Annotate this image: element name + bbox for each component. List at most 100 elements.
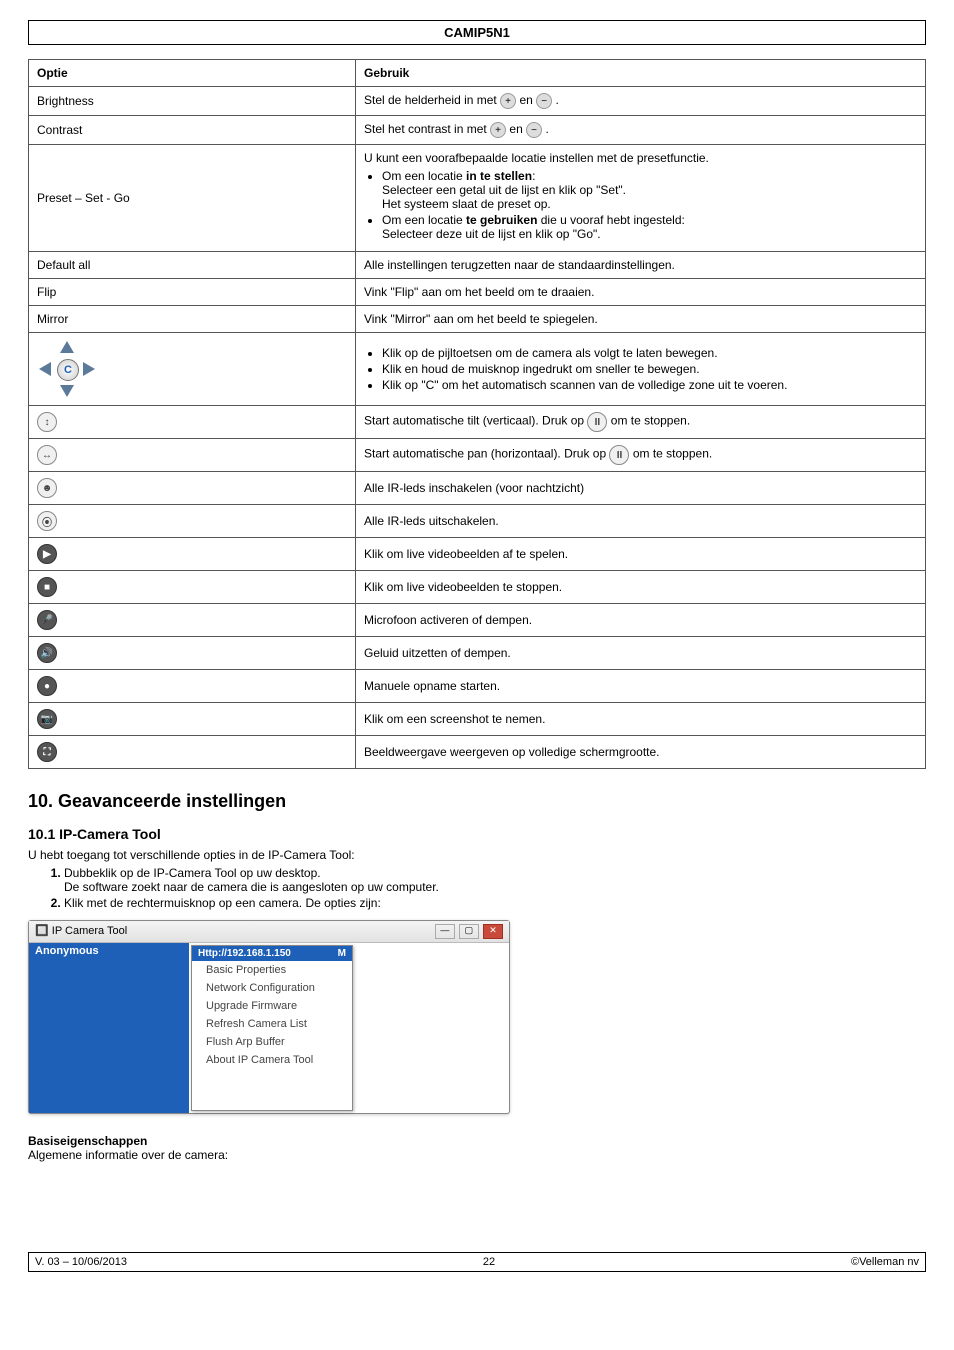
close-icon[interactable]: ✕ (483, 924, 503, 939)
maximize-icon[interactable]: ▢ (459, 924, 479, 939)
nav-cluster-cell: C (29, 333, 356, 406)
ir-on-icon: ☻ (37, 478, 57, 498)
basis-heading: Basiseigenschappen (28, 1134, 926, 1148)
nav-desc: Klik op de pijltoetsen om de camera als … (356, 333, 926, 406)
camera-list-item[interactable]: Anonymous (29, 943, 189, 1113)
flip-desc: Vink "Flip" aan om het beeld om te draai… (356, 279, 926, 306)
ir-off-desc: Alle IR-leds uitschakelen. (356, 505, 926, 538)
sound-icon-cell: 🔊 (29, 637, 356, 670)
plus-icon: + (500, 93, 516, 109)
step-2: Klik met de rechtermuisknop op een camer… (64, 896, 926, 910)
table-row: 🎤 Microfoon activeren of dempen. (29, 604, 926, 637)
sound-icon: 🔊 (37, 643, 57, 663)
steps-list: Dubbeklik op de IP-Camera Tool op uw des… (28, 866, 926, 910)
intro-text: U hebt toegang tot verschillende opties … (28, 848, 926, 862)
nav-center-icon: C (57, 359, 79, 381)
window-titlebar: 🔲 IP Camera Tool — ▢ ✕ (29, 921, 509, 943)
footer-copyright: ©Velleman nv (851, 1256, 919, 1268)
mirror-desc: Vink "Mirror" aan om het beeld te spiege… (356, 306, 926, 333)
context-menu: Http://192.168.1.150 M Basic Properties … (191, 945, 353, 1111)
menu-item-basic-properties[interactable]: Basic Properties (192, 961, 352, 979)
play-icon-cell: ▶ (29, 538, 356, 571)
step-1: Dubbeklik op de IP-Camera Tool op uw des… (64, 866, 926, 894)
pan-icon: ↔ (37, 445, 57, 465)
subsection-heading: 10.1 IP-Camera Tool (28, 826, 926, 842)
contrast-desc: Stel het contrast in met + en − . (356, 116, 926, 145)
arrow-up-icon (60, 341, 74, 353)
default-all-label: Default all (29, 252, 356, 279)
table-row: ⦿ Alle IR-leds uitschakelen. (29, 505, 926, 538)
screenshot-icon: 📷 (37, 709, 57, 729)
pan-desc: Start automatische pan (horizontaal). Dr… (356, 439, 926, 472)
table-row: ☻ Alle IR-leds inschakelen (voor nachtzi… (29, 472, 926, 505)
minimize-icon[interactable]: — (435, 924, 455, 939)
stop-icon-cell: ■ (29, 571, 356, 604)
table-row: ▶ Klik om live videobeelden af te spelen… (29, 538, 926, 571)
table-row: Preset – Set - Go U kunt een voorafbepaa… (29, 145, 926, 252)
table-row: ⛶ Beeldweergave weergeven op volledige s… (29, 736, 926, 769)
preset-desc: U kunt een voorafbepaalde locatie instel… (356, 145, 926, 252)
section-heading: 10. Geavanceerde instellingen (28, 791, 926, 812)
tilt-icon: ↕ (37, 412, 57, 432)
pause-icon: II (609, 445, 629, 465)
table-row: ↔ Start automatische pan (horizontaal). … (29, 439, 926, 472)
arrow-down-icon (60, 385, 74, 397)
table-row: C Klik op de pijltoetsen om de camera al… (29, 333, 926, 406)
preset-label: Preset – Set - Go (29, 145, 356, 252)
stop-icon: ■ (37, 577, 57, 597)
sound-desc: Geluid uitzetten of dempen. (356, 637, 926, 670)
table-row: Flip Vink "Flip" aan om het beeld om te … (29, 279, 926, 306)
ir-on-desc: Alle IR-leds inschakelen (voor nachtzich… (356, 472, 926, 505)
iron-icon-cell: ☻ (29, 472, 356, 505)
table-row: ↕ Start automatische tilt (verticaal). D… (29, 406, 926, 439)
menu-item-upgrade-firmware[interactable]: Upgrade Firmware (192, 997, 352, 1015)
table-row: Mirror Vink "Mirror" aan om het beeld te… (29, 306, 926, 333)
minus-icon: − (526, 122, 542, 138)
play-icon: ▶ (37, 544, 57, 564)
window-title: 🔲 IP Camera Tool (35, 924, 127, 939)
table-row: Brightness Stel de helderheid in met + e… (29, 87, 926, 116)
arrow-right-icon (83, 362, 95, 376)
default-all-desc: Alle instellingen terugzetten naar de st… (356, 252, 926, 279)
menu-item-about[interactable]: About IP Camera Tool (192, 1051, 352, 1069)
tilt-icon-cell: ↕ (29, 406, 356, 439)
basis-text: Algemene informatie over de camera: (28, 1148, 926, 1162)
iroff-icon-cell: ⦿ (29, 505, 356, 538)
pause-icon: II (587, 412, 607, 432)
mic-icon-cell: 🎤 (29, 604, 356, 637)
col-header-gebruik: Gebruik (356, 60, 926, 87)
footer-page: 22 (483, 1256, 495, 1268)
window-controls: — ▢ ✕ (434, 924, 503, 939)
fullscreen-icon-cell: ⛶ (29, 736, 356, 769)
screenshot-icon-cell: 📷 (29, 703, 356, 736)
fullscreen-icon: ⛶ (37, 742, 57, 762)
mirror-label: Mirror (29, 306, 356, 333)
record-icon-cell: ● (29, 670, 356, 703)
menu-header: Http://192.168.1.150 M (192, 946, 352, 961)
table-row: ● Manuele opname starten. (29, 670, 926, 703)
nav-cluster-icon: C (39, 341, 95, 397)
mic-icon: 🎤 (37, 610, 57, 630)
pan-icon-cell: ↔ (29, 439, 356, 472)
record-desc: Manuele opname starten. (356, 670, 926, 703)
menu-item-refresh-camera-list[interactable]: Refresh Camera List (192, 1015, 352, 1033)
footer-version: V. 03 – 10/06/2013 (35, 1256, 127, 1268)
menu-item-network-config[interactable]: Network Configuration (192, 979, 352, 997)
table-row: 📷 Klik om een screenshot te nemen. (29, 703, 926, 736)
arrow-left-icon (39, 362, 51, 376)
screenshot-desc: Klik om een screenshot te nemen. (356, 703, 926, 736)
stop-desc: Klik om live videobeelden te stoppen. (356, 571, 926, 604)
col-header-optie: Optie (29, 60, 356, 87)
flip-label: Flip (29, 279, 356, 306)
page-footer: V. 03 – 10/06/2013 22 ©Velleman nv (28, 1252, 926, 1272)
mic-desc: Microfoon activeren of dempen. (356, 604, 926, 637)
table-row: Default all Alle instellingen terugzette… (29, 252, 926, 279)
table-row: ■ Klik om live videobeelden te stoppen. (29, 571, 926, 604)
contrast-label: Contrast (29, 116, 356, 145)
fullscreen-desc: Beeldweergave weergeven op volledige sch… (356, 736, 926, 769)
tilt-desc: Start automatische tilt (verticaal). Dru… (356, 406, 926, 439)
menu-item-flush-arp-buffer[interactable]: Flush Arp Buffer (192, 1033, 352, 1051)
minus-icon: − (536, 93, 552, 109)
brightness-label: Brightness (29, 87, 356, 116)
ip-camera-tool-window: 🔲 IP Camera Tool — ▢ ✕ Anonymous Http://… (28, 920, 510, 1114)
